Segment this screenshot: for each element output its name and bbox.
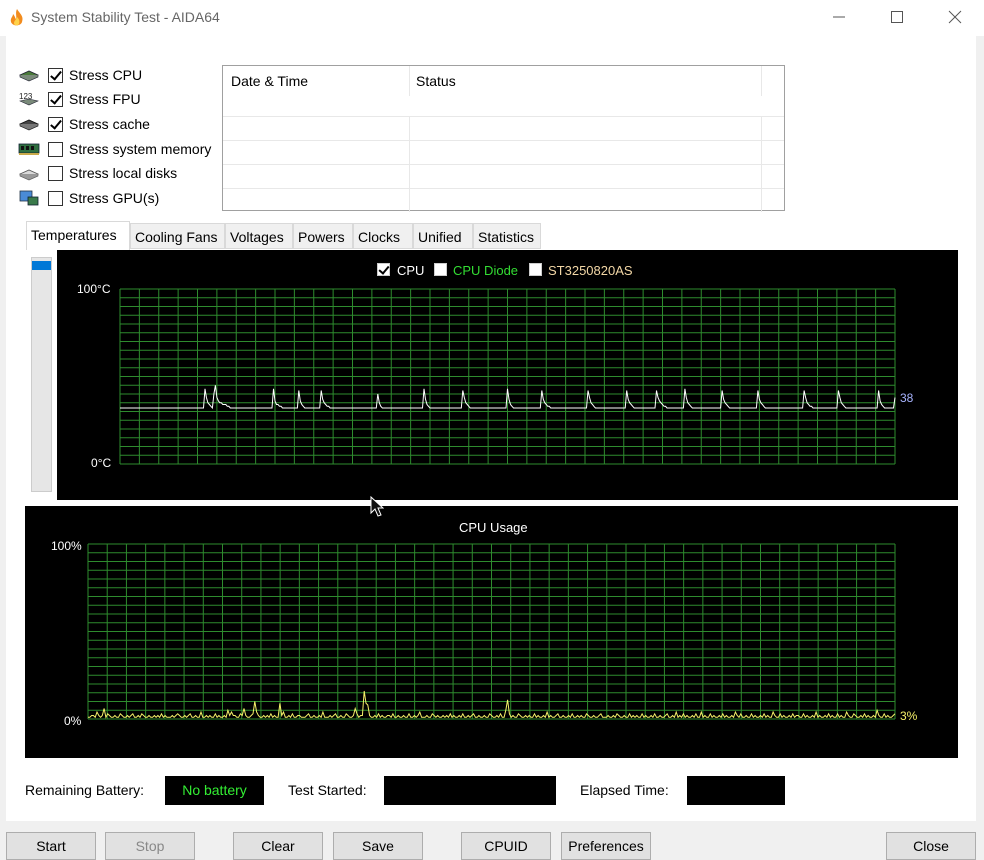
stop-button[interactable]: Stop [105,832,195,860]
tab-powers[interactable]: Powers [293,223,353,249]
stress-memory-checkbox[interactable] [48,141,63,157]
stress-gpu-checkbox[interactable] [48,190,63,206]
start-button[interactable]: Start [6,832,96,860]
title-bar: System Stability Test - AIDA64 [0,0,984,36]
disk-drive-icon [19,169,39,181]
gpu-monitor-icon [19,190,39,206]
window-title: System Stability Test - AIDA64 [31,9,220,25]
stress-gpu-option[interactable]: Stress GPU(s) [18,187,159,209]
tab-voltages[interactable]: Voltages [225,223,293,249]
sensor-scroll-thumb[interactable] [32,261,51,270]
test-started-label: Test Started: [288,782,367,798]
stress-disks-option[interactable]: Stress local disks [18,162,177,184]
stress-gpu-label: Stress GPU(s) [69,190,160,206]
status-log-table[interactable]: Date & Time Status [222,65,785,212]
elapsed-time-label: Elapsed Time: [580,782,669,798]
stress-fpu-checkbox[interactable] [48,91,63,107]
tab-cooling-fans[interactable]: Cooling Fans [130,223,225,249]
maximize-icon [891,11,903,23]
table-row [223,116,784,140]
stress-disks-checkbox[interactable] [48,165,63,181]
tab-clocks[interactable]: Clocks [353,223,413,249]
elapsed-time-value [687,776,785,805]
column-header-status[interactable]: Status [416,73,456,89]
stress-cache-label: Stress cache [69,116,150,132]
table-row [223,140,784,164]
tab-unified[interactable]: Unified [413,223,473,249]
aida64-flame-icon [10,9,23,26]
column-header-date-time[interactable]: Date & Time [231,73,308,89]
stress-cache-option[interactable]: Stress cache [18,113,150,135]
temperature-graph: CPU CPU Diode ST3250820AS 100°C 0°C 38 [57,250,958,500]
cpu-usage-plot-area [87,543,896,720]
close-icon [948,10,962,24]
battery-label: Remaining Battery: [25,782,145,798]
preferences-button[interactable]: Preferences [561,832,651,860]
save-button[interactable]: Save [333,832,423,860]
tab-statistics[interactable]: Statistics [473,223,541,249]
tab-temperatures[interactable]: Temperatures [26,221,130,250]
battery-value: No battery [165,776,264,805]
memory-module-icon [18,143,40,155]
stress-cpu-label: Stress CPU [69,67,143,83]
stress-cpu-option[interactable]: Stress CPU [18,64,142,86]
cache-chip-icon [19,119,39,131]
mouse-cursor-icon [370,496,384,517]
close-button[interactable]: Close [886,832,976,860]
minimize-button[interactable] [810,0,868,34]
table-header: Date & Time Status [223,66,784,96]
clear-button[interactable]: Clear [233,832,323,860]
close-window-button[interactable] [926,0,984,34]
cpu-usage-graph: CPU Usage 100% 0% 3% [25,506,958,758]
temperature-plot-area [119,288,896,465]
stress-cache-checkbox[interactable] [48,116,63,132]
test-started-value [384,776,556,805]
minimize-icon [833,16,845,18]
cpu-chip-icon [19,70,39,82]
stress-fpu-option[interactable]: 123 Stress FPU [18,88,141,110]
cpuid-button[interactable]: CPUID [461,832,551,860]
stress-fpu-label: Stress FPU [69,91,141,107]
table-row [223,164,784,188]
fpu-123-icon: 123 [19,92,39,106]
sensor-scrollbar[interactable] [31,257,52,492]
stress-memory-label: Stress system memory [69,141,212,157]
stress-disks-label: Stress local disks [69,165,178,181]
stress-cpu-checkbox[interactable] [48,67,63,83]
table-row [223,188,784,212]
stress-memory-option[interactable]: Stress system memory [18,138,211,160]
maximize-button[interactable] [868,0,926,34]
